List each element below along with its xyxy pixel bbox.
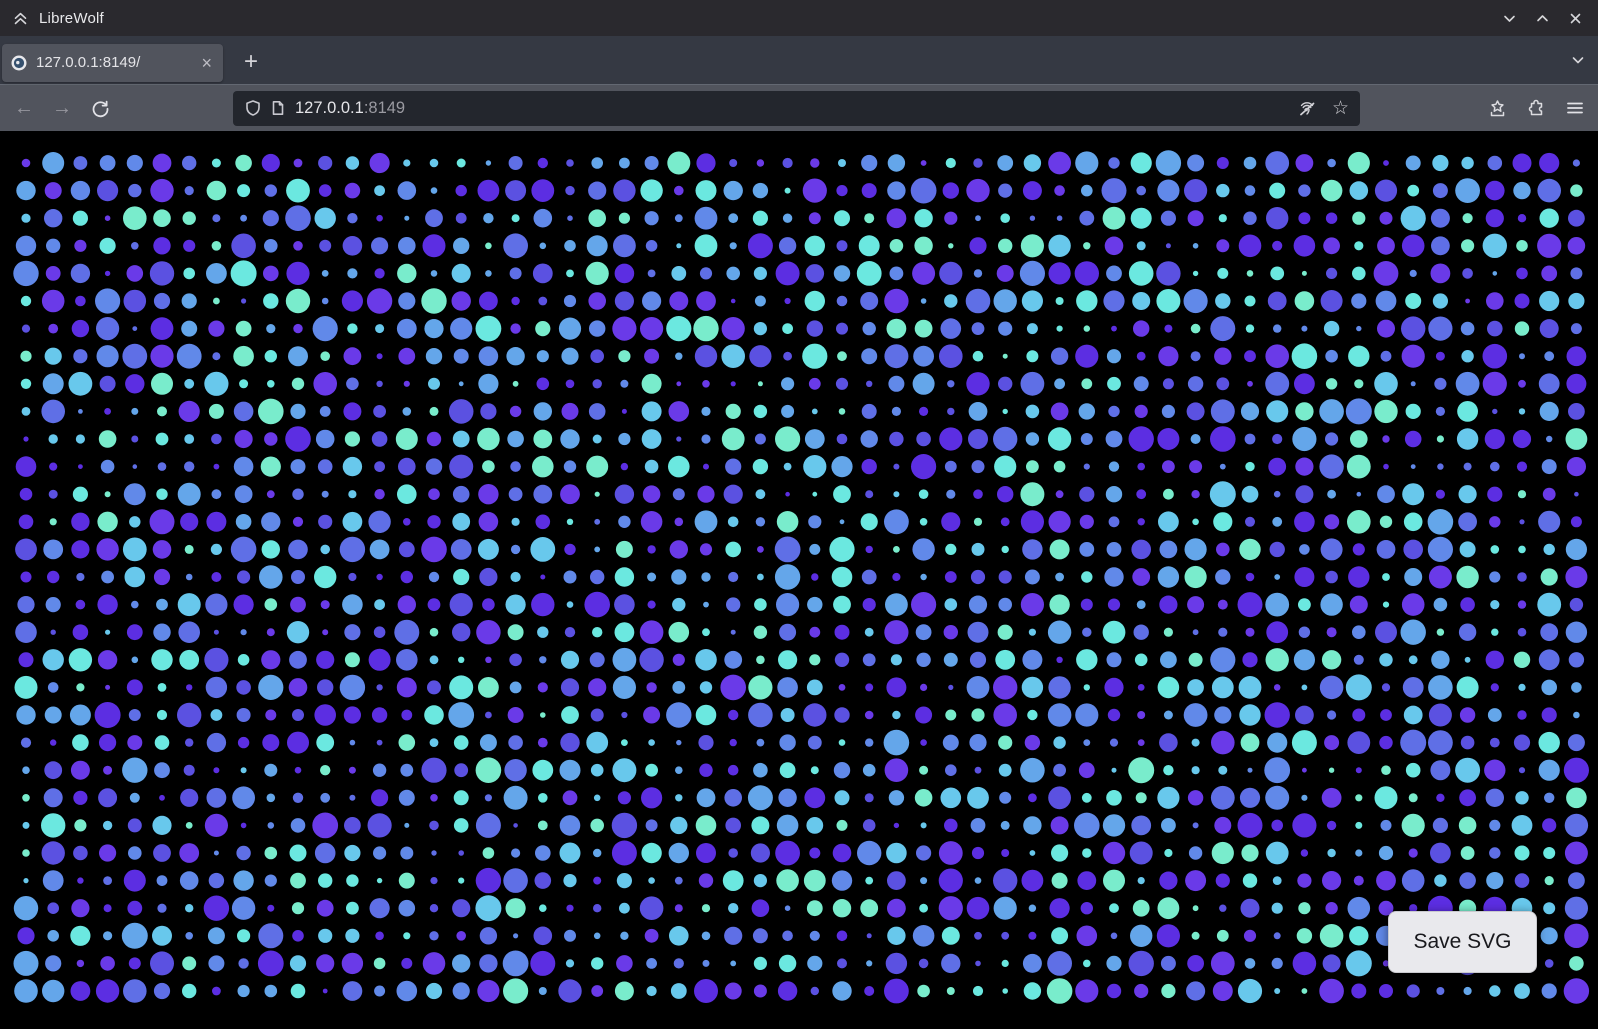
tab-title: 127.0.0.1:8149/ xyxy=(36,54,195,71)
save-svg-button[interactable]: Save SVG xyxy=(1388,911,1537,973)
url-bar[interactable]: 127.0.0.1:8149 ☆ xyxy=(233,91,1360,126)
chevron-down-icon xyxy=(1570,52,1586,68)
window-maximize-button[interactable] xyxy=(1533,9,1551,27)
fingerprint-protection-button[interactable] xyxy=(1297,98,1317,118)
import-bookmarks-button[interactable] xyxy=(1487,98,1508,119)
bookmark-star-button[interactable]: ☆ xyxy=(1332,99,1349,118)
tab-127-0-0-1[interactable]: 127.0.0.1:8149/ × xyxy=(2,44,223,82)
back-button[interactable]: ← xyxy=(10,94,38,122)
window-title: LibreWolf xyxy=(39,10,104,27)
url-text: 127.0.0.1:8149 xyxy=(295,99,405,118)
window-controls xyxy=(1500,9,1584,27)
window-close-button[interactable] xyxy=(1566,9,1584,27)
forward-button[interactable]: → xyxy=(48,94,76,122)
tab-favicon-icon xyxy=(11,55,27,71)
tab-close-button[interactable]: × xyxy=(199,54,214,72)
puzzle-piece-icon xyxy=(1526,98,1547,119)
page-info-icon[interactable] xyxy=(270,100,286,116)
browser-viewport: Save SVG xyxy=(0,131,1598,1029)
close-icon xyxy=(1568,11,1583,26)
navigation-toolbar: ← → 127.0.0.1:8149 xyxy=(0,84,1598,131)
toolbar-right-buttons xyxy=(1487,98,1598,119)
reload-button[interactable] xyxy=(86,94,114,122)
shield-permissions-icon[interactable] xyxy=(244,99,262,117)
dot-pattern-canvas xyxy=(0,131,1598,1029)
app-menu-button[interactable] xyxy=(1565,98,1585,118)
list-all-tabs-button[interactable] xyxy=(1570,52,1586,71)
nav-buttons: ← → xyxy=(0,94,223,122)
urlbar-actions: ☆ xyxy=(1297,98,1349,118)
url-port: :8149 xyxy=(364,99,405,117)
new-tab-button[interactable]: + xyxy=(238,48,264,76)
window-titlebar: LibreWolf xyxy=(0,0,1598,36)
hamburger-menu-icon xyxy=(1565,98,1585,118)
window-minimize-button[interactable] xyxy=(1500,9,1518,27)
extensions-button[interactable] xyxy=(1526,98,1547,119)
star-tray-icon xyxy=(1487,98,1508,119)
reload-icon xyxy=(91,99,110,118)
tab-bar: 127.0.0.1:8149/ × + xyxy=(0,36,1598,84)
chevron-down-icon xyxy=(1502,11,1517,26)
url-host: 127.0.0.1 xyxy=(295,99,364,117)
fingerprint-icon xyxy=(1297,98,1317,118)
collapse-toolbar-icon[interactable] xyxy=(12,10,29,27)
chevron-up-icon xyxy=(1535,11,1550,26)
